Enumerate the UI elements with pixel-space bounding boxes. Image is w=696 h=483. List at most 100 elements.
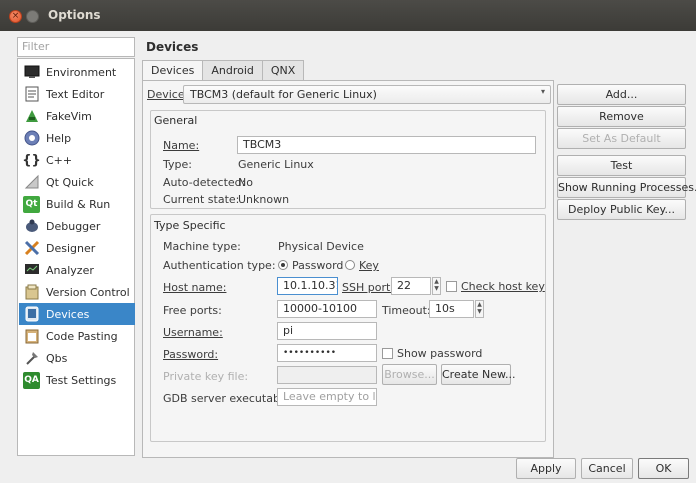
category-version-control[interactable]: Version Control xyxy=(19,281,135,303)
general-title: General xyxy=(154,114,198,127)
category-code-pasting[interactable]: Code Pasting xyxy=(19,325,135,347)
checkbox-icon xyxy=(382,348,393,359)
autodetected-label: Auto-detected: xyxy=(163,176,246,189)
category-devices[interactable]: Devices xyxy=(19,303,135,325)
private-key-label: Private key file: xyxy=(163,370,249,383)
category-label: C++ xyxy=(46,153,73,167)
auth-password-label: Password xyxy=(292,259,344,272)
category-label: Help xyxy=(46,131,72,145)
create-new-button[interactable]: Create New... xyxy=(441,364,516,385)
remove-button[interactable]: Remove xyxy=(557,106,686,127)
deploy-public-key-button[interactable]: Deploy Public Key... xyxy=(557,199,686,220)
category-cpp[interactable]: {} C++ xyxy=(19,149,135,171)
category-qt-quick[interactable]: Qt Quick xyxy=(19,171,135,193)
page-title: Devices xyxy=(146,40,199,54)
browse-button[interactable]: Browse... xyxy=(382,364,437,385)
qa-icon: QA xyxy=(23,371,40,389)
apply-button[interactable]: Apply xyxy=(516,458,576,479)
cancel-button[interactable]: Cancel xyxy=(581,458,633,479)
show-running-processes-button[interactable]: Show Running Processes... xyxy=(557,177,696,198)
password-field[interactable]: •••••••••• xyxy=(277,344,377,362)
add-button[interactable]: Add... xyxy=(557,84,686,105)
host-name-field[interactable]: 10.1.10.31 xyxy=(277,277,338,295)
gdb-server-field[interactable]: Leave empty to lo... xyxy=(277,388,377,406)
radio-unchecked-icon xyxy=(345,260,355,270)
type-value: Generic Linux xyxy=(238,158,314,171)
qt-quick-icon xyxy=(23,174,40,191)
check-host-key-checkbox[interactable]: Check host key xyxy=(446,280,545,293)
text-editor-icon xyxy=(23,86,40,103)
show-password-checkbox[interactable]: Show password xyxy=(382,347,482,360)
category-label: FakeVim xyxy=(46,109,92,123)
monitor-icon xyxy=(23,64,40,81)
auth-password-radio[interactable]: Password xyxy=(278,259,343,272)
autodetected-value: No xyxy=(238,176,253,189)
current-state-label: Current state: xyxy=(163,193,240,206)
device-dropdown-value: TBCM3 (default for Generic Linux) xyxy=(190,88,377,101)
category-help[interactable]: Help xyxy=(19,127,135,149)
category-fakevim[interactable]: FakeVim xyxy=(19,105,135,127)
check-host-key-label: Check host key xyxy=(461,280,545,293)
minimize-icon[interactable] xyxy=(26,10,39,23)
category-label: Test Settings xyxy=(46,373,117,387)
category-label: Build & Run xyxy=(46,197,111,211)
category-debugger[interactable]: Debugger xyxy=(19,215,135,237)
tab-qnx[interactable]: QNX xyxy=(261,60,305,80)
category-label: Designer xyxy=(46,241,96,255)
category-label: Qbs xyxy=(46,351,68,365)
category-label: Devices xyxy=(46,307,90,321)
build-run-icon: Qt xyxy=(23,195,40,213)
category-designer[interactable]: Designer xyxy=(19,237,135,259)
auth-type-label: Authentication type: xyxy=(163,259,276,272)
debugger-icon xyxy=(23,218,40,235)
auth-key-radio[interactable]: Key xyxy=(345,259,379,272)
checkbox-icon xyxy=(446,281,457,292)
type-specific-title: Type Specific xyxy=(154,219,226,232)
tab-android[interactable]: Android xyxy=(202,60,263,80)
set-as-default-button[interactable]: Set As Default xyxy=(557,128,686,149)
free-ports-field[interactable]: 10000-10100 xyxy=(277,300,377,318)
current-state-value: Unknown xyxy=(238,193,290,206)
machine-type-value: Physical Device xyxy=(278,240,364,253)
name-label: Name: xyxy=(163,139,200,152)
filter-input[interactable]: Filter xyxy=(17,37,135,57)
auth-key-label: Key xyxy=(359,259,379,272)
timeout-field[interactable]: 10s xyxy=(429,300,474,318)
version-control-icon xyxy=(23,284,40,301)
category-build-run[interactable]: Qt Build & Run xyxy=(19,193,135,215)
code-pasting-icon xyxy=(23,328,40,345)
window-title: Options xyxy=(48,8,101,22)
username-label: Username: xyxy=(163,326,223,339)
show-password-label: Show password xyxy=(397,347,483,360)
tab-bar: Devices Android QNX xyxy=(142,60,305,81)
close-icon[interactable]: × xyxy=(9,10,22,23)
category-label: Environment xyxy=(46,65,117,79)
free-ports-label: Free ports: xyxy=(163,304,222,317)
title-bar xyxy=(0,0,696,31)
test-button[interactable]: Test xyxy=(557,155,686,176)
category-analyzer[interactable]: Analyzer xyxy=(19,259,135,281)
category-environment[interactable]: Environment xyxy=(19,61,135,83)
designer-icon xyxy=(23,240,40,257)
qbs-icon xyxy=(23,350,40,367)
devices-icon xyxy=(23,306,40,323)
ssh-port-spinner[interactable]: ▲ ▼ xyxy=(432,277,441,295)
ok-button[interactable]: OK xyxy=(638,458,689,479)
category-test-settings[interactable]: QA Test Settings xyxy=(19,369,135,391)
tab-devices[interactable]: Devices xyxy=(142,60,204,81)
category-label: Text Editor xyxy=(46,87,105,101)
timeout-spinner[interactable]: ▲ ▼ xyxy=(475,300,484,318)
gdb-server-label: GDB server executable: xyxy=(163,392,294,405)
name-field[interactable]: TBCM3 xyxy=(237,136,536,154)
analyzer-icon xyxy=(23,262,40,279)
device-dropdown[interactable]: TBCM3 (default for Generic Linux) ▾ xyxy=(183,85,551,104)
category-text-editor[interactable]: Text Editor xyxy=(19,83,135,105)
category-label: Version Control xyxy=(46,285,130,299)
username-field[interactable]: pi xyxy=(277,322,377,340)
ssh-port-label: SSH port: xyxy=(342,281,394,294)
ssh-port-field[interactable]: 22 xyxy=(391,277,431,295)
category-qbs[interactable]: Qbs xyxy=(19,347,135,369)
category-label: Code Pasting xyxy=(46,329,118,343)
category-label: Debugger xyxy=(46,219,101,233)
fakevim-icon xyxy=(23,108,40,125)
